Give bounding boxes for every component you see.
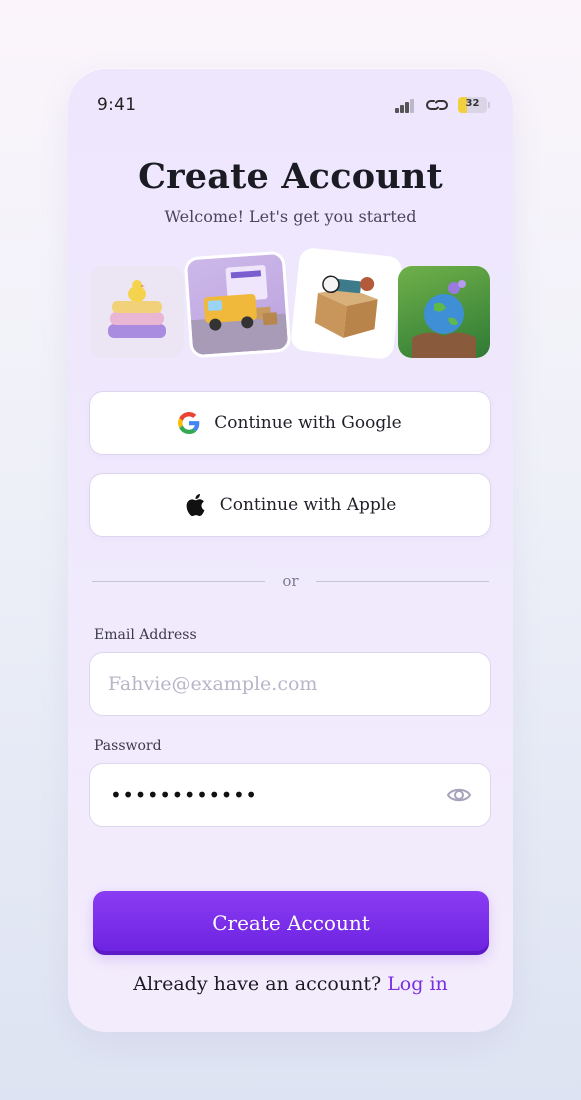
page-subtitle: Welcome! Let's get you started <box>164 207 417 226</box>
delivery-truck-thumbnail <box>183 250 292 359</box>
apple-button-label: Continue with Apple <box>219 495 397 515</box>
moving-box-thumbnail <box>289 246 404 361</box>
eye-icon[interactable] <box>446 783 472 807</box>
password-field[interactable]: •••••••••••• <box>89 763 491 827</box>
create-account-button[interactable]: Create Account <box>93 891 489 955</box>
battery-nub <box>488 102 490 108</box>
battery-icon: 32 <box>458 97 487 113</box>
phone-frame: 9:41 32 Create Account Welcome! Let's ge… <box>68 68 513 1032</box>
apple-signin-button[interactable]: Continue with Apple <box>89 473 491 537</box>
login-link[interactable]: Log in <box>387 973 448 995</box>
google-icon <box>178 412 200 434</box>
clothes-stack-thumbnail <box>90 266 184 358</box>
email-label: Email Address <box>94 627 197 643</box>
login-prompt: Already have an account? Log in <box>68 973 513 995</box>
password-label: Password <box>94 738 162 754</box>
status-time: 9:41 <box>97 95 137 115</box>
page-title: Create Account <box>138 156 443 197</box>
login-prompt-text: Already have an account? <box>133 973 382 995</box>
earth-hands-thumbnail <box>398 266 490 358</box>
link-icon <box>426 100 448 110</box>
divider-or: or <box>282 572 299 590</box>
email-field-container <box>89 652 491 716</box>
signal-icon <box>395 99 416 113</box>
google-signin-button[interactable]: Continue with Google <box>89 391 491 455</box>
password-value: •••••••••••• <box>110 783 258 807</box>
google-button-label: Continue with Google <box>214 413 402 433</box>
apple-icon <box>186 493 205 517</box>
battery-level: 32 <box>465 98 480 109</box>
email-field[interactable] <box>108 653 438 715</box>
